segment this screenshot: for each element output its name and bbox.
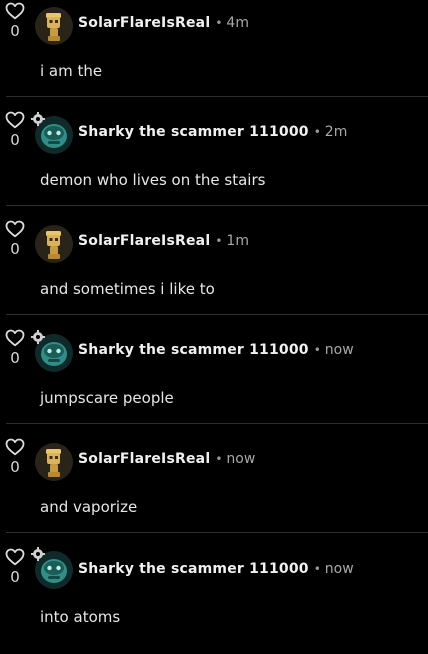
- comment-text: and vaporize: [40, 498, 138, 516]
- heart-icon[interactable]: [5, 2, 25, 20]
- comment-item: 0 Sharky the scammer 111000 • 2m demon who…: [0, 109, 428, 218]
- username-link[interactable]: SolarFlareIsReal: [78, 15, 210, 31]
- divider: [6, 96, 428, 97]
- comment-feed: 0 SolarFlareIsReal • 4m i am the 0 Shark…: [0, 0, 428, 630]
- avatar[interactable]: [35, 443, 73, 481]
- separator-dot: •: [313, 343, 321, 357]
- timestamp: 1m: [226, 233, 249, 249]
- comment-text: demon who lives on the stairs: [40, 171, 266, 189]
- golden-robot-avatar-icon: [35, 7, 73, 45]
- divider: [6, 205, 428, 206]
- timestamp: 4m: [226, 15, 249, 31]
- username-link[interactable]: Sharky the scammer 111000: [78, 342, 309, 358]
- timestamp: now: [226, 451, 256, 467]
- comment-meta: Sharky the scammer 111000 • now: [78, 560, 354, 578]
- heart-icon[interactable]: [5, 438, 25, 456]
- like-button[interactable]: 0: [5, 329, 25, 369]
- like-count: 0: [10, 240, 20, 258]
- comment-item: 0 SolarFlareIsReal • 1m and sometimes i li…: [0, 218, 428, 327]
- timestamp: 2m: [324, 124, 348, 140]
- like-button[interactable]: 0: [5, 548, 25, 588]
- username-link[interactable]: SolarFlareIsReal: [78, 451, 210, 467]
- like-button[interactable]: 0: [5, 220, 25, 260]
- like-button[interactable]: 0: [5, 2, 25, 42]
- timestamp: now: [324, 342, 354, 358]
- comment-meta: Sharky the scammer 111000 • 2m: [78, 123, 347, 141]
- separator-dot: •: [313, 125, 321, 139]
- comment-item: 0 Sharky the scammer 111000 • now jumpscar…: [0, 327, 428, 436]
- golden-robot-avatar-icon: [35, 225, 73, 263]
- like-count: 0: [10, 22, 20, 40]
- heart-icon[interactable]: [5, 329, 25, 347]
- username-link[interactable]: Sharky the scammer 111000: [78, 124, 309, 140]
- comment-item: 0 SolarFlareIsReal • 4m i am the: [0, 0, 428, 109]
- gear-badge-icon: [31, 547, 45, 561]
- comment-text: i am the: [40, 62, 103, 80]
- timestamp: now: [324, 561, 354, 577]
- comment-meta: SolarFlareIsReal • now: [78, 450, 255, 468]
- separator-dot: •: [313, 562, 321, 576]
- divider: [6, 532, 428, 533]
- like-count: 0: [10, 568, 20, 586]
- comment-item: 0 SolarFlareIsReal • now and vaporize: [0, 436, 428, 545]
- comment-meta: SolarFlareIsReal • 4m: [78, 14, 249, 32]
- separator-dot: •: [215, 234, 223, 248]
- heart-icon[interactable]: [5, 220, 25, 238]
- comment-text: into atoms: [40, 608, 121, 626]
- gear-badge-icon: [31, 330, 45, 344]
- comment-text: jumpscare people: [40, 389, 174, 407]
- avatar[interactable]: [35, 7, 73, 45]
- golden-robot-avatar-icon: [35, 443, 73, 481]
- like-button[interactable]: 0: [5, 438, 25, 478]
- comment-meta: SolarFlareIsReal • 1m: [78, 232, 249, 250]
- username-link[interactable]: Sharky the scammer 111000: [78, 561, 309, 577]
- like-button[interactable]: 0: [5, 111, 25, 151]
- comment-item: 0 Sharky the scammer 111000 • now into ato…: [0, 545, 428, 654]
- divider: [6, 314, 428, 315]
- separator-dot: •: [215, 16, 223, 30]
- comment-text: and sometimes i like to: [40, 280, 215, 298]
- gear-badge-icon: [31, 112, 45, 126]
- comment-meta: Sharky the scammer 111000 • now: [78, 341, 354, 359]
- like-count: 0: [10, 458, 20, 476]
- avatar[interactable]: [35, 225, 73, 263]
- like-count: 0: [10, 349, 20, 367]
- heart-icon[interactable]: [5, 548, 25, 566]
- username-link[interactable]: SolarFlareIsReal: [78, 233, 210, 249]
- divider: [6, 423, 428, 424]
- separator-dot: •: [215, 452, 223, 466]
- heart-icon[interactable]: [5, 111, 25, 129]
- like-count: 0: [10, 131, 20, 149]
